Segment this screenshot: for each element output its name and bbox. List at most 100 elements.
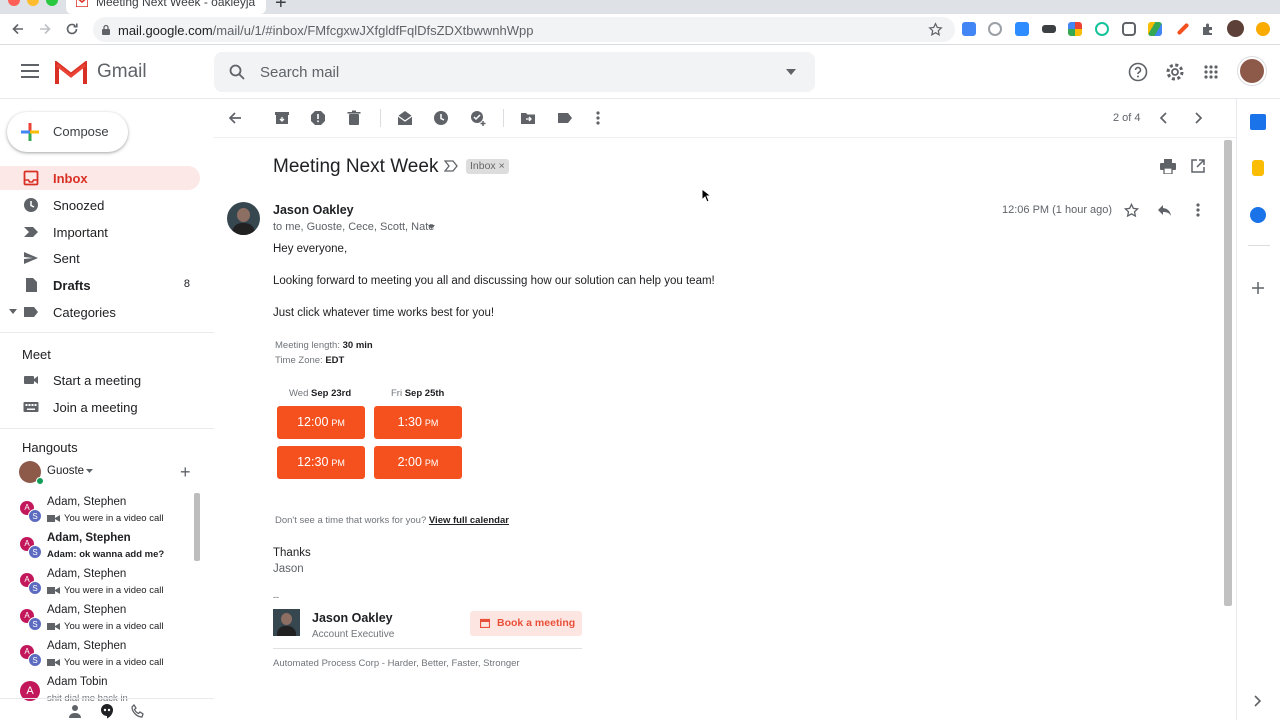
tasks-app-icon[interactable]: [1250, 207, 1266, 223]
sidebar-item-inbox[interactable]: Inbox: [0, 166, 200, 190]
conversation-item[interactable]: AS Adam, Stephen Adam: ok wanna add me?: [0, 529, 200, 565]
slot-time: 12:30: [297, 455, 329, 469]
print-icon[interactable]: [1160, 159, 1176, 174]
search-icon[interactable]: [229, 64, 245, 80]
sidebar-item-snoozed[interactable]: Snoozed: [0, 193, 200, 217]
extension-circle-icon[interactable]: [988, 22, 1002, 36]
toolbar-bottom-divider: [214, 137, 1236, 138]
main-menu-icon[interactable]: [21, 64, 39, 78]
gmail-header: Gmail Search mail: [0, 45, 1280, 99]
labels-icon[interactable]: [557, 110, 573, 126]
show-details-icon[interactable]: [428, 225, 435, 229]
snooze-clock-icon[interactable]: [433, 110, 449, 126]
conversation-item[interactable]: AS Adam, Stephen You were in a video cal…: [0, 565, 200, 601]
add-to-tasks-icon[interactable]: [470, 110, 486, 126]
keep-app-icon[interactable]: [1252, 160, 1264, 176]
profile-avatar[interactable]: [1227, 20, 1244, 37]
message-scrollbar[interactable]: [1224, 140, 1232, 606]
conversation-item[interactable]: AS Adam, Stephen You were in a video cal…: [0, 637, 200, 673]
extension-dark-icon[interactable]: [1042, 25, 1056, 33]
timezone: Time Zone: EDT: [275, 355, 344, 366]
gmail-logo-icon[interactable]: [55, 61, 87, 84]
start-meeting-item[interactable]: Start a meeting: [0, 368, 200, 392]
status-dropdown-icon[interactable]: [86, 469, 93, 473]
search-bar[interactable]: Search mail: [214, 52, 815, 92]
sidebar-item-label: Important: [53, 225, 108, 240]
browser-tab-strip: Meeting Next Week - oakleyja +: [0, 0, 1280, 14]
archive-icon[interactable]: [274, 110, 290, 126]
search-options-icon[interactable]: [786, 69, 796, 75]
extension-pen-icon[interactable]: [1176, 22, 1190, 36]
inbox-label-chip[interactable]: Inbox ×: [466, 159, 509, 174]
toolbar-divider: [380, 109, 381, 127]
conversation-item[interactable]: AS Adam, Stephen You were in a video cal…: [0, 493, 200, 529]
add-addon-plus-icon[interactable]: [1252, 282, 1264, 294]
back-to-inbox-icon[interactable]: [227, 110, 243, 126]
sidebar-item-categories[interactable]: Categories: [0, 300, 200, 324]
compose-button[interactable]: Compose: [7, 112, 128, 152]
expand-categories-icon[interactable]: [9, 309, 17, 314]
account-avatar[interactable]: [1238, 57, 1266, 85]
reload-icon[interactable]: [64, 21, 80, 37]
url-bar[interactable]: mail.google.com/mail/u/1/#inbox/FMfcgxwJ…: [93, 17, 955, 42]
contacts-person-icon[interactable]: [68, 704, 82, 718]
sidebar-item-important[interactable]: Important: [0, 220, 200, 244]
drive-extension-icon[interactable]: [1148, 22, 1162, 36]
update-indicator-icon[interactable]: [1256, 22, 1270, 36]
forward-icon[interactable]: [37, 21, 53, 37]
reply-icon[interactable]: [1157, 204, 1172, 217]
grammarly-extension-icon[interactable]: [1095, 22, 1109, 36]
book-meeting-button[interactable]: Book a meeting: [470, 611, 582, 636]
sidebar-divider: [0, 332, 214, 333]
move-to-folder-icon[interactable]: [520, 110, 536, 126]
older-chevron-right-icon[interactable]: [1191, 111, 1205, 125]
search-input[interactable]: Search mail: [260, 64, 339, 81]
message-more-options-icon[interactable]: [1190, 202, 1206, 218]
hangouts-user-name[interactable]: Guoste: [47, 465, 84, 477]
newer-chevron-left-icon[interactable]: [1157, 111, 1171, 125]
star-icon[interactable]: [1124, 203, 1139, 218]
phone-icon[interactable]: [131, 704, 145, 718]
time-slot-button[interactable]: 1:30 PM: [374, 406, 462, 439]
start-meeting-label: Start a meeting: [53, 373, 142, 388]
time-slot-button[interactable]: 12:30 PM: [277, 446, 365, 479]
report-spam-icon[interactable]: [310, 110, 326, 126]
close-window-button[interactable]: [8, 0, 20, 6]
delete-trash-icon[interactable]: [346, 110, 362, 126]
minimize-window-button[interactable]: [27, 0, 39, 6]
hangouts-scrollbar[interactable]: [194, 493, 200, 561]
conversation-item[interactable]: AS Adam, Stephen You were in a video cal…: [0, 601, 200, 637]
settings-gear-icon[interactable]: [1165, 62, 1185, 82]
help-icon[interactable]: [1128, 62, 1148, 82]
maximize-window-button[interactable]: [46, 0, 58, 6]
time-slot-button[interactable]: 12:00 PM: [277, 406, 365, 439]
new-tab-button[interactable]: +: [275, 0, 287, 14]
expand-side-panel-chevron-icon[interactable]: [1252, 695, 1262, 707]
apps-grid-icon[interactable]: [1204, 65, 1218, 79]
more-options-icon[interactable]: [590, 110, 606, 126]
browser-tab[interactable]: Meeting Next Week - oakleyja: [66, 0, 266, 14]
join-meeting-item[interactable]: Join a meeting: [0, 395, 200, 419]
calendar-extension-icon[interactable]: [962, 22, 976, 36]
bookmark-star-icon[interactable]: [928, 22, 943, 37]
book-meeting-label: Book a meeting: [497, 617, 576, 629]
zoom-extension-icon[interactable]: [1015, 22, 1029, 36]
sidebar-item-sent[interactable]: Sent: [0, 246, 200, 270]
drafts-count: 8: [183, 278, 190, 290]
sidebar-item-drafts[interactable]: Drafts 8: [0, 273, 200, 297]
open-new-window-icon[interactable]: [1191, 159, 1205, 173]
important-marker-icon[interactable]: [444, 160, 458, 172]
slot-time: 12:00: [297, 415, 329, 429]
view-full-calendar-link[interactable]: View full calendar: [429, 515, 509, 526]
mark-unread-icon[interactable]: [397, 110, 413, 126]
extensions-puzzle-icon[interactable]: [1201, 22, 1215, 36]
pocket-extension-icon[interactable]: [1122, 22, 1136, 36]
new-conversation-button[interactable]: +: [180, 462, 191, 483]
sender-name[interactable]: Jason Oakley: [273, 203, 354, 217]
sender-avatar[interactable]: [227, 202, 260, 235]
time-slot-button[interactable]: 2:00 PM: [374, 446, 462, 479]
back-icon[interactable]: [10, 21, 26, 37]
hangouts-chat-icon[interactable]: [99, 703, 115, 719]
calendar-app-icon[interactable]: [1250, 114, 1266, 130]
extension-colorful-icon[interactable]: [1068, 22, 1082, 36]
